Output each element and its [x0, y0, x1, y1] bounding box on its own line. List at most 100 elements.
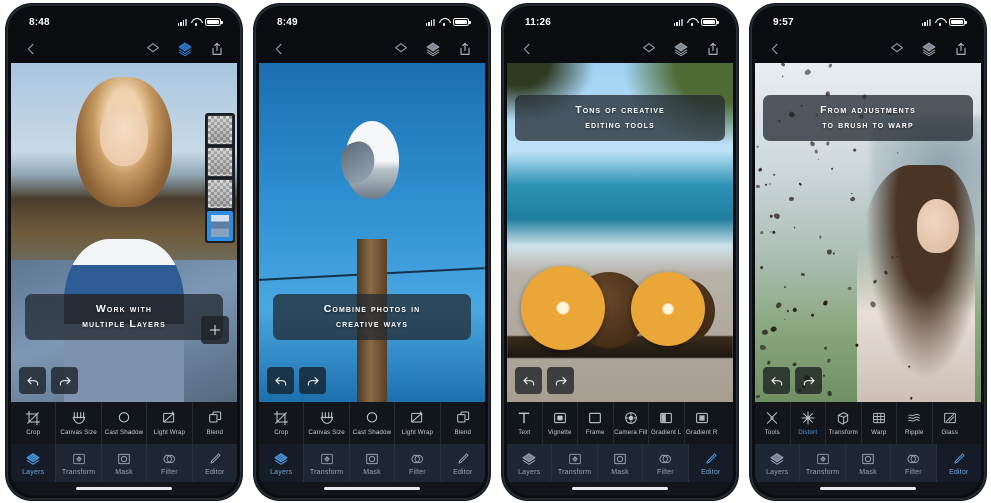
editor-canvas[interactable]: Work with multiple Layers	[11, 63, 237, 402]
redo-button[interactable]	[795, 367, 822, 394]
tab-bar[interactable]: Layers Transform Mask Filter Editor	[755, 444, 981, 482]
plus-icon	[207, 322, 223, 338]
redo-icon	[553, 373, 569, 389]
layers-flat-icon[interactable]	[145, 41, 161, 57]
tool-canvas-size[interactable]: Canvas Size	[303, 402, 348, 444]
layers-stack-icon[interactable]	[425, 41, 441, 57]
tool-warp[interactable]: Warp	[860, 402, 897, 444]
tool-crop[interactable]: Crop	[11, 402, 55, 444]
editor-canvas[interactable]: From adjustments to brush to warp	[755, 63, 981, 402]
share-icon[interactable]	[209, 41, 225, 57]
redo-button[interactable]	[299, 367, 326, 394]
editor-canvas[interactable]: Combine photos in creative ways	[259, 63, 485, 402]
tool-blend[interactable]: Blend	[439, 402, 485, 444]
layers-stack-icon[interactable]	[673, 41, 689, 57]
transform-icon	[567, 451, 583, 467]
tab-filter[interactable]: Filter	[395, 444, 441, 482]
tab-editor[interactable]: Editor	[441, 444, 485, 482]
back-chevron-icon[interactable]	[23, 41, 43, 57]
tab-transform[interactable]: Transform	[304, 444, 350, 482]
tool-tools[interactable]: Tools	[755, 402, 790, 444]
tools-icon	[764, 410, 780, 426]
tab-bar[interactable]: Layers Transform Mask Filter Editor	[259, 444, 485, 482]
layers-flat-icon[interactable]	[889, 41, 905, 57]
tool-transform[interactable]: Transform	[825, 402, 861, 444]
tool-ripple[interactable]: Ripple	[896, 402, 932, 444]
layer-thumbnail-4[interactable]	[207, 211, 233, 241]
tab-label: Editor	[453, 468, 473, 476]
cast-shadow-icon	[116, 410, 132, 426]
tool-gradient-l[interactable]: Gradient L	[648, 402, 684, 444]
share-icon[interactable]	[457, 41, 473, 57]
tab-editor[interactable]: Editor	[936, 444, 981, 482]
tool-light-wrap[interactable]: Light Wrap	[146, 402, 191, 444]
tab-layers[interactable]: Layers	[259, 444, 305, 482]
caption-line-2: creative ways	[335, 318, 409, 330]
caption-line-2: to brush to warp	[822, 119, 914, 131]
tab-editor[interactable]: Editor	[688, 444, 733, 482]
tab-mask[interactable]: Mask	[598, 444, 644, 482]
tool-strip[interactable]: Text Vignette Frame Camera Fill Gradient…	[507, 402, 733, 444]
layers-stack-icon[interactable]	[921, 41, 937, 57]
undo-button[interactable]	[267, 367, 294, 394]
undo-button[interactable]	[763, 367, 790, 394]
layers-stack-icon[interactable]	[177, 41, 193, 57]
tool-strip[interactable]: Tools Distort Transform Warp Ripple Glas…	[755, 402, 981, 444]
share-icon[interactable]	[953, 41, 969, 57]
tool-text[interactable]: Text	[507, 402, 542, 444]
editor-canvas[interactable]: Tons of creative editing tools	[507, 63, 733, 402]
tool-crop[interactable]: Crop	[259, 402, 303, 444]
undo-button[interactable]	[515, 367, 542, 394]
redo-button[interactable]	[547, 367, 574, 394]
toolstrip-overflow[interactable]	[719, 402, 733, 444]
distort-icon	[800, 410, 816, 426]
phone-screen: 8:48 Work with multiple Layers Crop Canv…	[11, 9, 237, 495]
layer-thumbnail-2[interactable]	[207, 147, 233, 177]
back-chevron-icon[interactable]	[519, 41, 539, 57]
tool-light-wrap[interactable]: Light Wrap	[394, 402, 439, 444]
back-chevron-icon[interactable]	[271, 41, 291, 57]
back-chevron-icon[interactable]	[767, 41, 787, 57]
tool-cast-shadow[interactable]: Cast Shadow	[100, 402, 146, 444]
tab-editor[interactable]: Editor	[193, 444, 237, 482]
tab-filter[interactable]: Filter	[643, 444, 689, 482]
tool-blend[interactable]: Blend	[191, 402, 237, 444]
tab-mask[interactable]: Mask	[846, 444, 892, 482]
tool-label: Crop	[26, 429, 41, 436]
tab-bar[interactable]: Layers Transform Mask Filter Editor	[507, 444, 733, 482]
tab-filter[interactable]: Filter	[891, 444, 937, 482]
tab-layers[interactable]: Layers	[755, 444, 801, 482]
tool-camera-fill[interactable]: Camera Fill	[612, 402, 649, 444]
layers-flat-icon[interactable]	[641, 41, 657, 57]
undo-button[interactable]	[19, 367, 46, 394]
tool-canvas-size[interactable]: Canvas Size	[55, 402, 100, 444]
layer-thumbnail-1[interactable]	[207, 115, 233, 145]
tab-bar[interactable]: Layers Transform Mask Filter Editor	[11, 444, 237, 482]
layer-thumbnail-3[interactable]	[207, 179, 233, 209]
tool-cast-shadow[interactable]: Cast Shadow	[348, 402, 394, 444]
tab-mask[interactable]: Mask	[350, 444, 396, 482]
tool-frame[interactable]: Frame	[577, 402, 613, 444]
tool-distort[interactable]: Distort	[789, 402, 826, 444]
tab-transform[interactable]: Transform	[800, 444, 846, 482]
tab-layers[interactable]: Layers	[507, 444, 553, 482]
layers-diamond-icon	[769, 451, 785, 467]
tab-mask[interactable]: Mask	[102, 444, 148, 482]
tab-filter[interactable]: Filter	[147, 444, 193, 482]
tool-vignette[interactable]: Vignette	[541, 402, 578, 444]
tab-transform[interactable]: Transform	[552, 444, 598, 482]
tool-strip[interactable]: Crop Canvas Size Cast Shadow Light Wrap …	[11, 402, 237, 444]
add-layer-button[interactable]	[201, 316, 229, 344]
toolstrip-overflow[interactable]	[967, 402, 981, 444]
tool-gradient-r[interactable]: Gradient R	[683, 402, 720, 444]
layers-panel[interactable]	[205, 113, 235, 243]
tool-glass[interactable]: Glass	[931, 402, 968, 444]
share-icon[interactable]	[705, 41, 721, 57]
nav-bar	[11, 35, 237, 63]
tab-transform[interactable]: Transform	[56, 444, 102, 482]
filter-icon	[409, 451, 425, 467]
layers-flat-icon[interactable]	[393, 41, 409, 57]
redo-button[interactable]	[51, 367, 78, 394]
tool-strip[interactable]: Crop Canvas Size Cast Shadow Light Wrap …	[259, 402, 485, 444]
tab-layers[interactable]: Layers	[11, 444, 57, 482]
